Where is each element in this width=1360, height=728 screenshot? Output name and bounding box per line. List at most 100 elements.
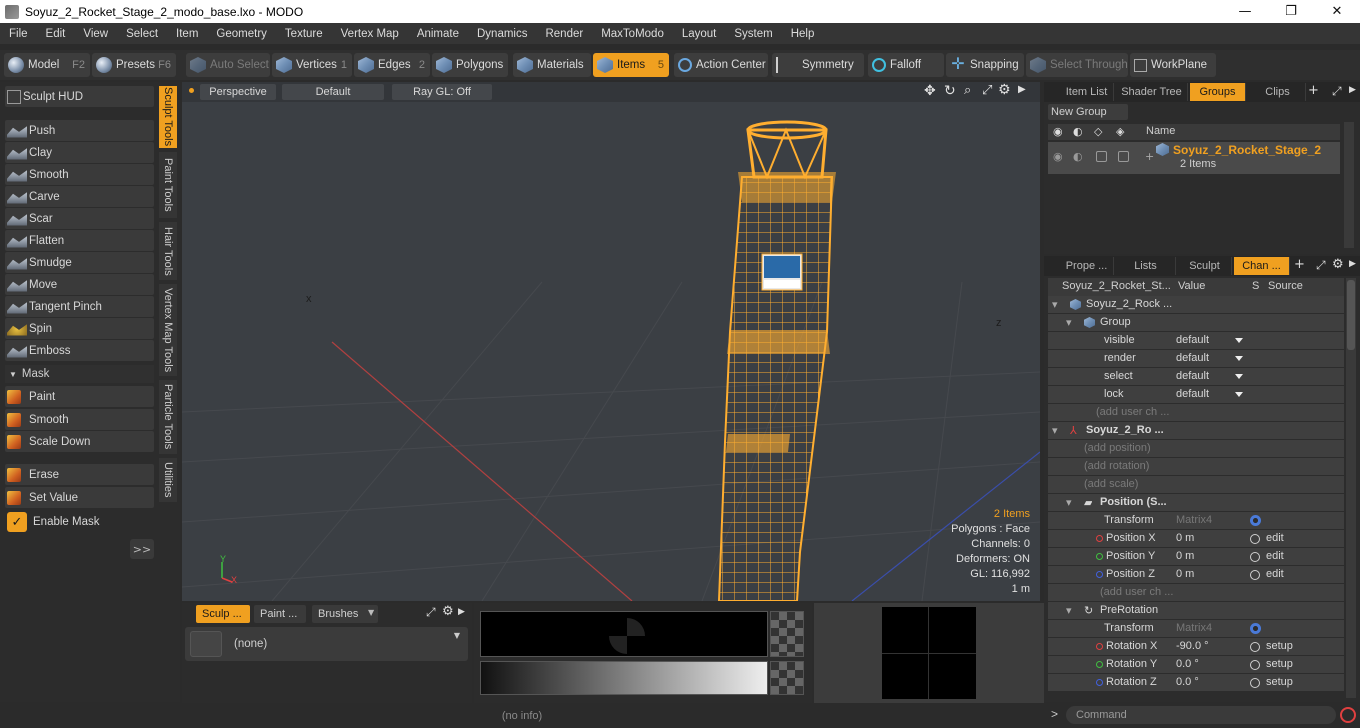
group-lock-checkbox[interactable] (1096, 151, 1107, 162)
tool-flatten[interactable]: Flatten (5, 230, 154, 251)
add-user-channel-row[interactable]: (add user ch ... (1048, 404, 1344, 422)
tab-utilities[interactable]: Utilities (159, 458, 177, 502)
items-more-arrow-icon[interactable]: ▶ (1349, 85, 1356, 95)
enable-mask-checkbox[interactable]: ✓ (7, 512, 27, 532)
tool-clay[interactable]: Clay (5, 142, 154, 163)
dropdown-arrow-icon[interactable] (1235, 338, 1243, 343)
tab-paint-tools[interactable]: Paint Tools (159, 152, 177, 218)
rotate-view-icon[interactable]: ↻ (944, 83, 956, 99)
rotation-z-value[interactable]: 0.0 ° (1176, 676, 1246, 688)
vertices-mode-button[interactable]: Vertices 1 (272, 53, 352, 77)
tab-channels[interactable]: Chan ... (1234, 257, 1290, 275)
tab-vertex-map-tools[interactable]: Vertex Map Tools (159, 284, 177, 376)
panel-settings-gear-icon[interactable]: ⚙ (442, 604, 454, 619)
auto-select-button[interactable]: Auto Select (186, 53, 270, 77)
maximize-button[interactable]: ❐ (1268, 0, 1314, 23)
channel-row-prerotation[interactable]: ▾ ↻ PreRotation (1048, 602, 1344, 620)
tool-spin[interactable]: Spin (5, 318, 154, 339)
menu-edit[interactable]: Edit (37, 28, 75, 40)
falloff-button[interactable]: Falloff (868, 53, 944, 77)
presets-button[interactable]: Presets F6 (92, 53, 176, 77)
channel-row-lock[interactable]: lock default (1048, 386, 1344, 404)
rocket-stage-model[interactable] (717, 120, 836, 601)
dropdown-arrow-icon[interactable] (1235, 374, 1243, 379)
menu-file[interactable]: File (0, 28, 37, 40)
menu-geometry[interactable]: Geometry (207, 28, 276, 40)
menu-maxtomodo[interactable]: MaxToModo (592, 28, 673, 40)
more-tools-button[interactable]: >> (130, 539, 154, 559)
menu-dynamics[interactable]: Dynamics (468, 28, 536, 40)
menu-select[interactable]: Select (117, 28, 167, 40)
materials-mode-button[interactable]: Materials (513, 53, 591, 77)
viewport-more-arrow-icon[interactable]: ▶ (1018, 84, 1026, 95)
tab-properties[interactable]: Prope ... (1060, 257, 1114, 275)
channel-row-select[interactable]: select default (1048, 368, 1344, 386)
dropdown-arrow-icon[interactable] (1235, 392, 1243, 397)
tab-particle-tools[interactable]: Particle Tools (159, 380, 177, 454)
mask-erase[interactable]: Erase (5, 464, 154, 485)
add-property-tab-icon[interactable]: + (1294, 257, 1305, 272)
snapping-button[interactable]: ✛ Snapping (946, 53, 1024, 77)
add-scale-row[interactable]: (add scale) (1048, 476, 1344, 494)
channels-gear-icon[interactable]: ⚙ (1332, 257, 1344, 272)
add-user-channel-row[interactable]: (add user ch ... (1048, 584, 1344, 602)
position-y-value[interactable]: 0 m (1176, 550, 1246, 562)
group-render-icon[interactable]: ◐ (1073, 150, 1083, 163)
viewport-menu-icon[interactable] (189, 88, 194, 93)
pan-icon[interactable]: ✥ (924, 83, 936, 99)
gradient-image-swatch[interactable] (770, 661, 804, 695)
channel-row-position-z[interactable]: Position Z 0 m edit (1048, 566, 1344, 584)
panel-maximize-icon[interactable]: ⤢ (426, 605, 436, 620)
channel-row-visible[interactable]: visible default (1048, 332, 1344, 350)
tool-move[interactable]: Move (5, 274, 154, 295)
group-row[interactable]: ◉ ◐ + Soyuz_2_Rocket_Stage_2 2 Items (1048, 142, 1340, 174)
menu-item[interactable]: Item (167, 28, 207, 40)
items-maximize-icon[interactable]: ⤢ (1332, 84, 1342, 99)
action-center-button[interactable]: Action Center (674, 53, 768, 77)
command-input[interactable]: Command (1066, 706, 1336, 724)
tool-smooth[interactable]: Smooth (5, 164, 154, 185)
tab-hair-tools[interactable]: Hair Tools (159, 222, 177, 280)
channel-row-rotation-z[interactable]: Rotation Z 0.0 ° setup (1048, 674, 1344, 692)
channel-row-rotation-x[interactable]: Rotation X -90.0 ° setup (1048, 638, 1344, 656)
brush-preset-dropdown[interactable]: (none) ▼ (185, 627, 468, 661)
tool-scar[interactable]: Scar (5, 208, 154, 229)
menu-animate[interactable]: Animate (408, 28, 468, 40)
view-perspective-button[interactable]: Perspective (200, 84, 276, 100)
add-tab-icon[interactable]: + (1308, 83, 1319, 98)
add-rotation-row[interactable]: (add rotation) (1048, 458, 1344, 476)
brushes-dropdown-icon[interactable]: ▼ (368, 608, 374, 617)
menu-view[interactable]: View (74, 28, 117, 40)
channel-row-mesh-item[interactable]: ▾ ⅄ Soyuz_2_Ro ... (1048, 422, 1344, 440)
menu-layout[interactable]: Layout (673, 28, 726, 40)
channels-more-arrow-icon[interactable]: ▶ (1349, 259, 1356, 269)
symmetry-button[interactable]: Symmetry (772, 53, 864, 77)
channels-scroll-thumb[interactable] (1347, 280, 1355, 350)
tool-tangent-pinch[interactable]: Tangent Pinch (5, 296, 154, 317)
close-button[interactable]: ✕ (1314, 0, 1360, 23)
group-visibility-eye-icon[interactable]: ◉ (1053, 150, 1063, 163)
menu-vertex-map[interactable]: Vertex Map (332, 28, 408, 40)
channel-row-transform-matrix[interactable]: Transform Matrix4 (1048, 512, 1344, 530)
model-layout-button[interactable]: Model F2 (4, 53, 90, 77)
workplane-button[interactable]: WorkPlane (1130, 53, 1216, 77)
raygl-toggle-button[interactable]: Ray GL: Off (392, 84, 492, 100)
rotation-x-state-icon[interactable] (1250, 642, 1260, 652)
panel-more-arrow-icon[interactable]: ▶ (458, 607, 465, 617)
tab-clips[interactable]: Clips (1250, 83, 1306, 101)
menu-render[interactable]: Render (536, 28, 592, 40)
channel-row-item[interactable]: ▾ Soyuz_2_Rock ... (1048, 296, 1344, 314)
tab-lists[interactable]: Lists (1116, 257, 1176, 275)
sculpt-hud-button[interactable]: Sculpt HUD (5, 86, 154, 107)
mask-set-value[interactable]: Set Value (5, 487, 154, 508)
menu-help[interactable]: Help (782, 28, 824, 40)
select-through-button[interactable]: Select Through (1026, 53, 1128, 77)
channel-row-render[interactable]: render default (1048, 350, 1344, 368)
rotation-x-value[interactable]: -90.0 ° (1176, 640, 1246, 652)
add-position-row[interactable]: (add position) (1048, 440, 1344, 458)
position-x-value[interactable]: 0 m (1176, 532, 1246, 544)
rotation-y-state-icon[interactable] (1250, 660, 1260, 670)
minimize-button[interactable]: — (1222, 0, 1268, 23)
items-mode-button[interactable]: Items 5 (593, 53, 669, 77)
tab-sculpt-presets[interactable]: Sculp ... (196, 605, 250, 623)
